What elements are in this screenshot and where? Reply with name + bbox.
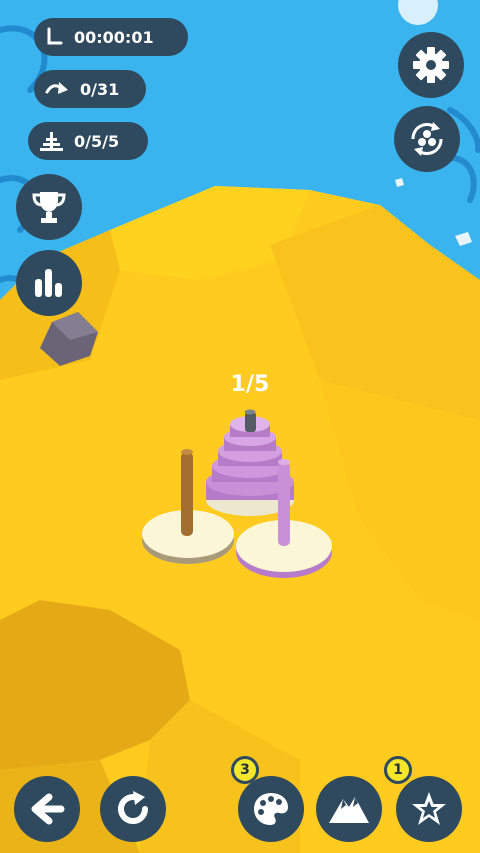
ice-chip [395, 178, 404, 187]
bar-chart-icon [35, 269, 62, 297]
palette-icon [254, 793, 288, 825]
leaderboard-button[interactable] [16, 174, 82, 240]
level-indicator: 1/5 [230, 372, 270, 397]
palette-badge: 3 [231, 756, 259, 784]
restart-button[interactable] [100, 776, 166, 842]
timer-value: 00:00:01 [74, 27, 154, 47]
stats-button[interactable] [16, 250, 82, 316]
stack-icon [40, 132, 63, 151]
progress-value: 0/5/5 [74, 131, 120, 151]
moves-icon [45, 82, 68, 94]
star-icon [412, 792, 446, 825]
rotate-camera-button[interactable] [394, 106, 460, 172]
star-badge: 1 [384, 756, 412, 784]
moves-value: 0/31 [80, 79, 120, 99]
palette-button[interactable] [238, 776, 304, 842]
moves-display: 0/31 [34, 70, 146, 108]
settings-button[interactable] [398, 32, 464, 98]
achievements-button[interactable] [396, 776, 462, 842]
timer-icon [47, 27, 63, 45]
mountain-icon [329, 797, 369, 823]
white-rock [398, 0, 438, 25]
trophy-icon [32, 192, 66, 223]
progress-display: 0/5/5 [28, 122, 148, 160]
timer-display: 00:00:01 [34, 18, 188, 56]
ice-chunk [455, 232, 472, 246]
restart-icon [118, 791, 148, 824]
arrow-left-icon [31, 793, 65, 825]
back-button[interactable] [14, 776, 80, 842]
scenery-button[interactable] [316, 776, 382, 842]
gear-icon [413, 47, 449, 83]
rotate-camera-icon [411, 122, 443, 156]
